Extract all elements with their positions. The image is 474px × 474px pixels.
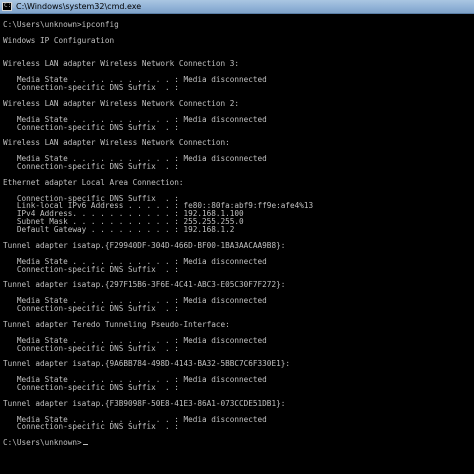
console-line: Connection-specific DNS Suffix . : xyxy=(3,382,179,392)
console-window[interactable]: C:\ C:\Windows\system32\cmd.exe C:\Users… xyxy=(0,0,474,474)
console-line: Connection-specific DNS Suffix . : xyxy=(3,304,179,314)
console-line: Wireless LAN adapter Wireless Network Co… xyxy=(3,138,230,148)
window-title: C:\Windows\system32\cmd.exe xyxy=(16,2,142,11)
console-line: Connection-specific DNS Suffix . : xyxy=(3,162,179,172)
title-bar[interactable]: C:\ C:\Windows\system32\cmd.exe xyxy=(0,0,474,14)
prompt-glyph-icon: C:\ xyxy=(4,2,15,9)
console-line: Wireless LAN adapter Wireless Network Co… xyxy=(3,98,240,108)
console-line: Connection-specific DNS Suffix . : xyxy=(3,83,179,93)
console-line: Connection-specific DNS Suffix . : xyxy=(3,264,179,274)
text-cursor xyxy=(82,444,88,446)
console-line: Connection-specific DNS Suffix . : xyxy=(3,122,179,132)
console-line: Windows IP Configuration xyxy=(3,35,115,45)
cmd-icon: C:\ xyxy=(2,2,15,11)
console-line: Ethernet adapter Local Area Connection: xyxy=(3,177,184,187)
console-line: Tunnel adapter isatap.{F29940DF-304D-466… xyxy=(3,240,286,250)
console-line: Default Gateway . . . . . . . . . : 192.… xyxy=(3,225,235,235)
command-prompt: C:\Users\unknown> xyxy=(3,439,473,447)
console-line: Tunnel adapter Teredo Tunneling Pseudo-I… xyxy=(3,319,230,329)
console-line: Tunnel adapter isatap.{297F15B6-3F6E-4C4… xyxy=(3,280,286,290)
console-output[interactable]: C:\Users\unknown>ipconfig Windows IP Conf… xyxy=(3,21,473,447)
console-line: Tunnel adapter isatap.{F3B9098F-50E8-41E… xyxy=(3,398,286,408)
console-line: Connection-specific DNS Suffix . : xyxy=(3,422,179,432)
console-line: C:\Users\unknown>ipconfig xyxy=(3,20,119,29)
console-line: Wireless LAN adapter Wireless Network Co… xyxy=(3,59,240,69)
console-line: Connection-specific DNS Suffix . : xyxy=(3,343,179,353)
console-line: Tunnel adapter isatap.{9A6BB784-498D-414… xyxy=(3,359,290,369)
